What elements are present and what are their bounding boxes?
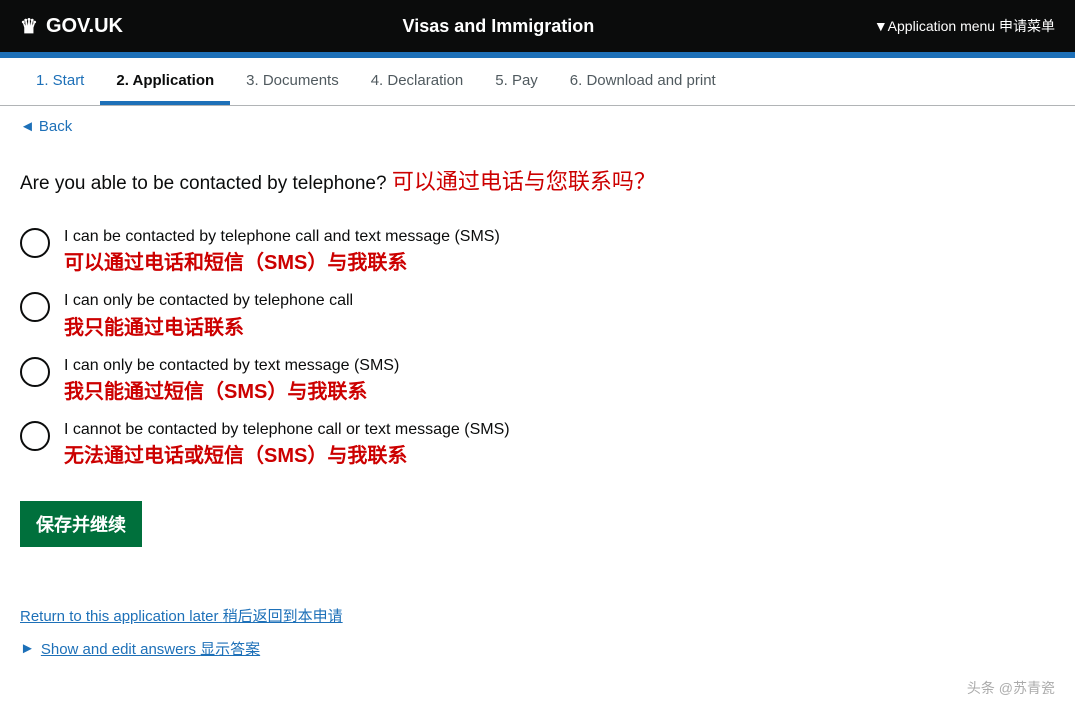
radio-label-4[interactable]: I cannot be contacted by telephone call …	[64, 419, 510, 469]
tab-pay: 5. Pay	[479, 58, 554, 105]
watermark: 头条 @苏青瓷	[967, 678, 1055, 698]
radio-input-1[interactable]	[20, 228, 50, 258]
contact-method-radio-group: I can be contacted by telephone call and…	[20, 222, 780, 474]
progress-navigation: 1. Start 2. Application 3. Documents 4. …	[0, 58, 1075, 106]
radio-label-1-english: I can be contacted by telephone call and…	[64, 226, 500, 248]
site-header: ♛ GOV.UK Visas and Immigration ▼Applicat…	[0, 0, 1075, 52]
crown-icon: ♛	[20, 14, 38, 39]
radio-label-3[interactable]: I can only be contacted by text message …	[64, 355, 399, 405]
back-link[interactable]: ◄ Back	[20, 118, 72, 135]
tab-documents: 3. Documents	[230, 58, 355, 105]
back-arrow-icon: ◄	[20, 118, 35, 135]
show-edit-answers-link[interactable]: ► Show and edit answers 显示答案	[20, 638, 1055, 659]
radio-label-2-english: I can only be contacted by telephone cal…	[64, 290, 353, 312]
radio-label-4-chinese: 无法通过电话或短信（SMS）与我联系	[64, 443, 510, 469]
application-menu-button[interactable]: ▼Application menu 申请菜单	[874, 16, 1055, 36]
question-chinese: 可以通过电话与您联系吗？	[392, 169, 656, 194]
form-section: Are you able to be contacted by telephon…	[0, 147, 800, 605]
back-link-container: ◄ Back	[0, 106, 1075, 147]
radio-option-4: I cannot be contacted by telephone call …	[20, 415, 780, 473]
radio-input-3[interactable]	[20, 357, 50, 387]
site-title: Visas and Immigration	[403, 16, 595, 37]
radio-label-3-chinese: 我只能通过短信（SMS）与我联系	[64, 379, 399, 405]
show-answers-chinese: 显示答案	[200, 641, 260, 658]
show-answers-english: Show and edit answers	[41, 641, 196, 658]
radio-label-1[interactable]: I can be contacted by telephone call and…	[64, 226, 500, 276]
radio-label-1-chinese: 可以通过电话和短信（SMS）与我联系	[64, 250, 500, 276]
radio-label-3-english: I can only be contacted by text message …	[64, 355, 399, 377]
tab-start[interactable]: 1. Start	[20, 58, 100, 105]
tab-declaration: 4. Declaration	[355, 58, 480, 105]
show-answers-link[interactable]: Show and edit answers 显示答案	[41, 638, 260, 659]
return-later-chinese: 稍后返回到本申请	[223, 608, 343, 625]
radio-option-3: I can only be contacted by text message …	[20, 351, 780, 409]
gov-logo: ♛ GOV.UK	[20, 14, 123, 39]
save-continue-button[interactable]: 保存并继续	[20, 501, 142, 547]
radio-input-4[interactable]	[20, 421, 50, 451]
footer-links: Return to this application later 稍后返回到本申…	[0, 605, 1075, 659]
radio-label-2[interactable]: I can only be contacted by telephone cal…	[64, 290, 353, 340]
question-english: Are you able to be contacted by telephon…	[20, 173, 387, 194]
radio-option-2: I can only be contacted by telephone cal…	[20, 286, 780, 344]
radio-input-2[interactable]	[20, 292, 50, 322]
return-later-link[interactable]: Return to this application later 稍后返回到本申…	[20, 605, 1055, 626]
tab-application[interactable]: 2. Application	[100, 58, 230, 105]
show-answers-chevron-icon: ►	[20, 640, 35, 657]
radio-label-4-english: I cannot be contacted by telephone call …	[64, 419, 510, 441]
tab-download: 6. Download and print	[554, 58, 732, 105]
back-link-label: Back	[39, 118, 72, 135]
gov-logo-text: GOV.UK	[46, 15, 123, 38]
main-content: Are you able to be contacted by telephon…	[0, 147, 1075, 659]
radio-option-1: I can be contacted by telephone call and…	[20, 222, 780, 280]
return-later-english: Return to this application later	[20, 608, 218, 625]
radio-label-2-chinese: 我只能通过电话联系	[64, 315, 353, 341]
question-heading: Are you able to be contacted by telephon…	[20, 167, 780, 198]
